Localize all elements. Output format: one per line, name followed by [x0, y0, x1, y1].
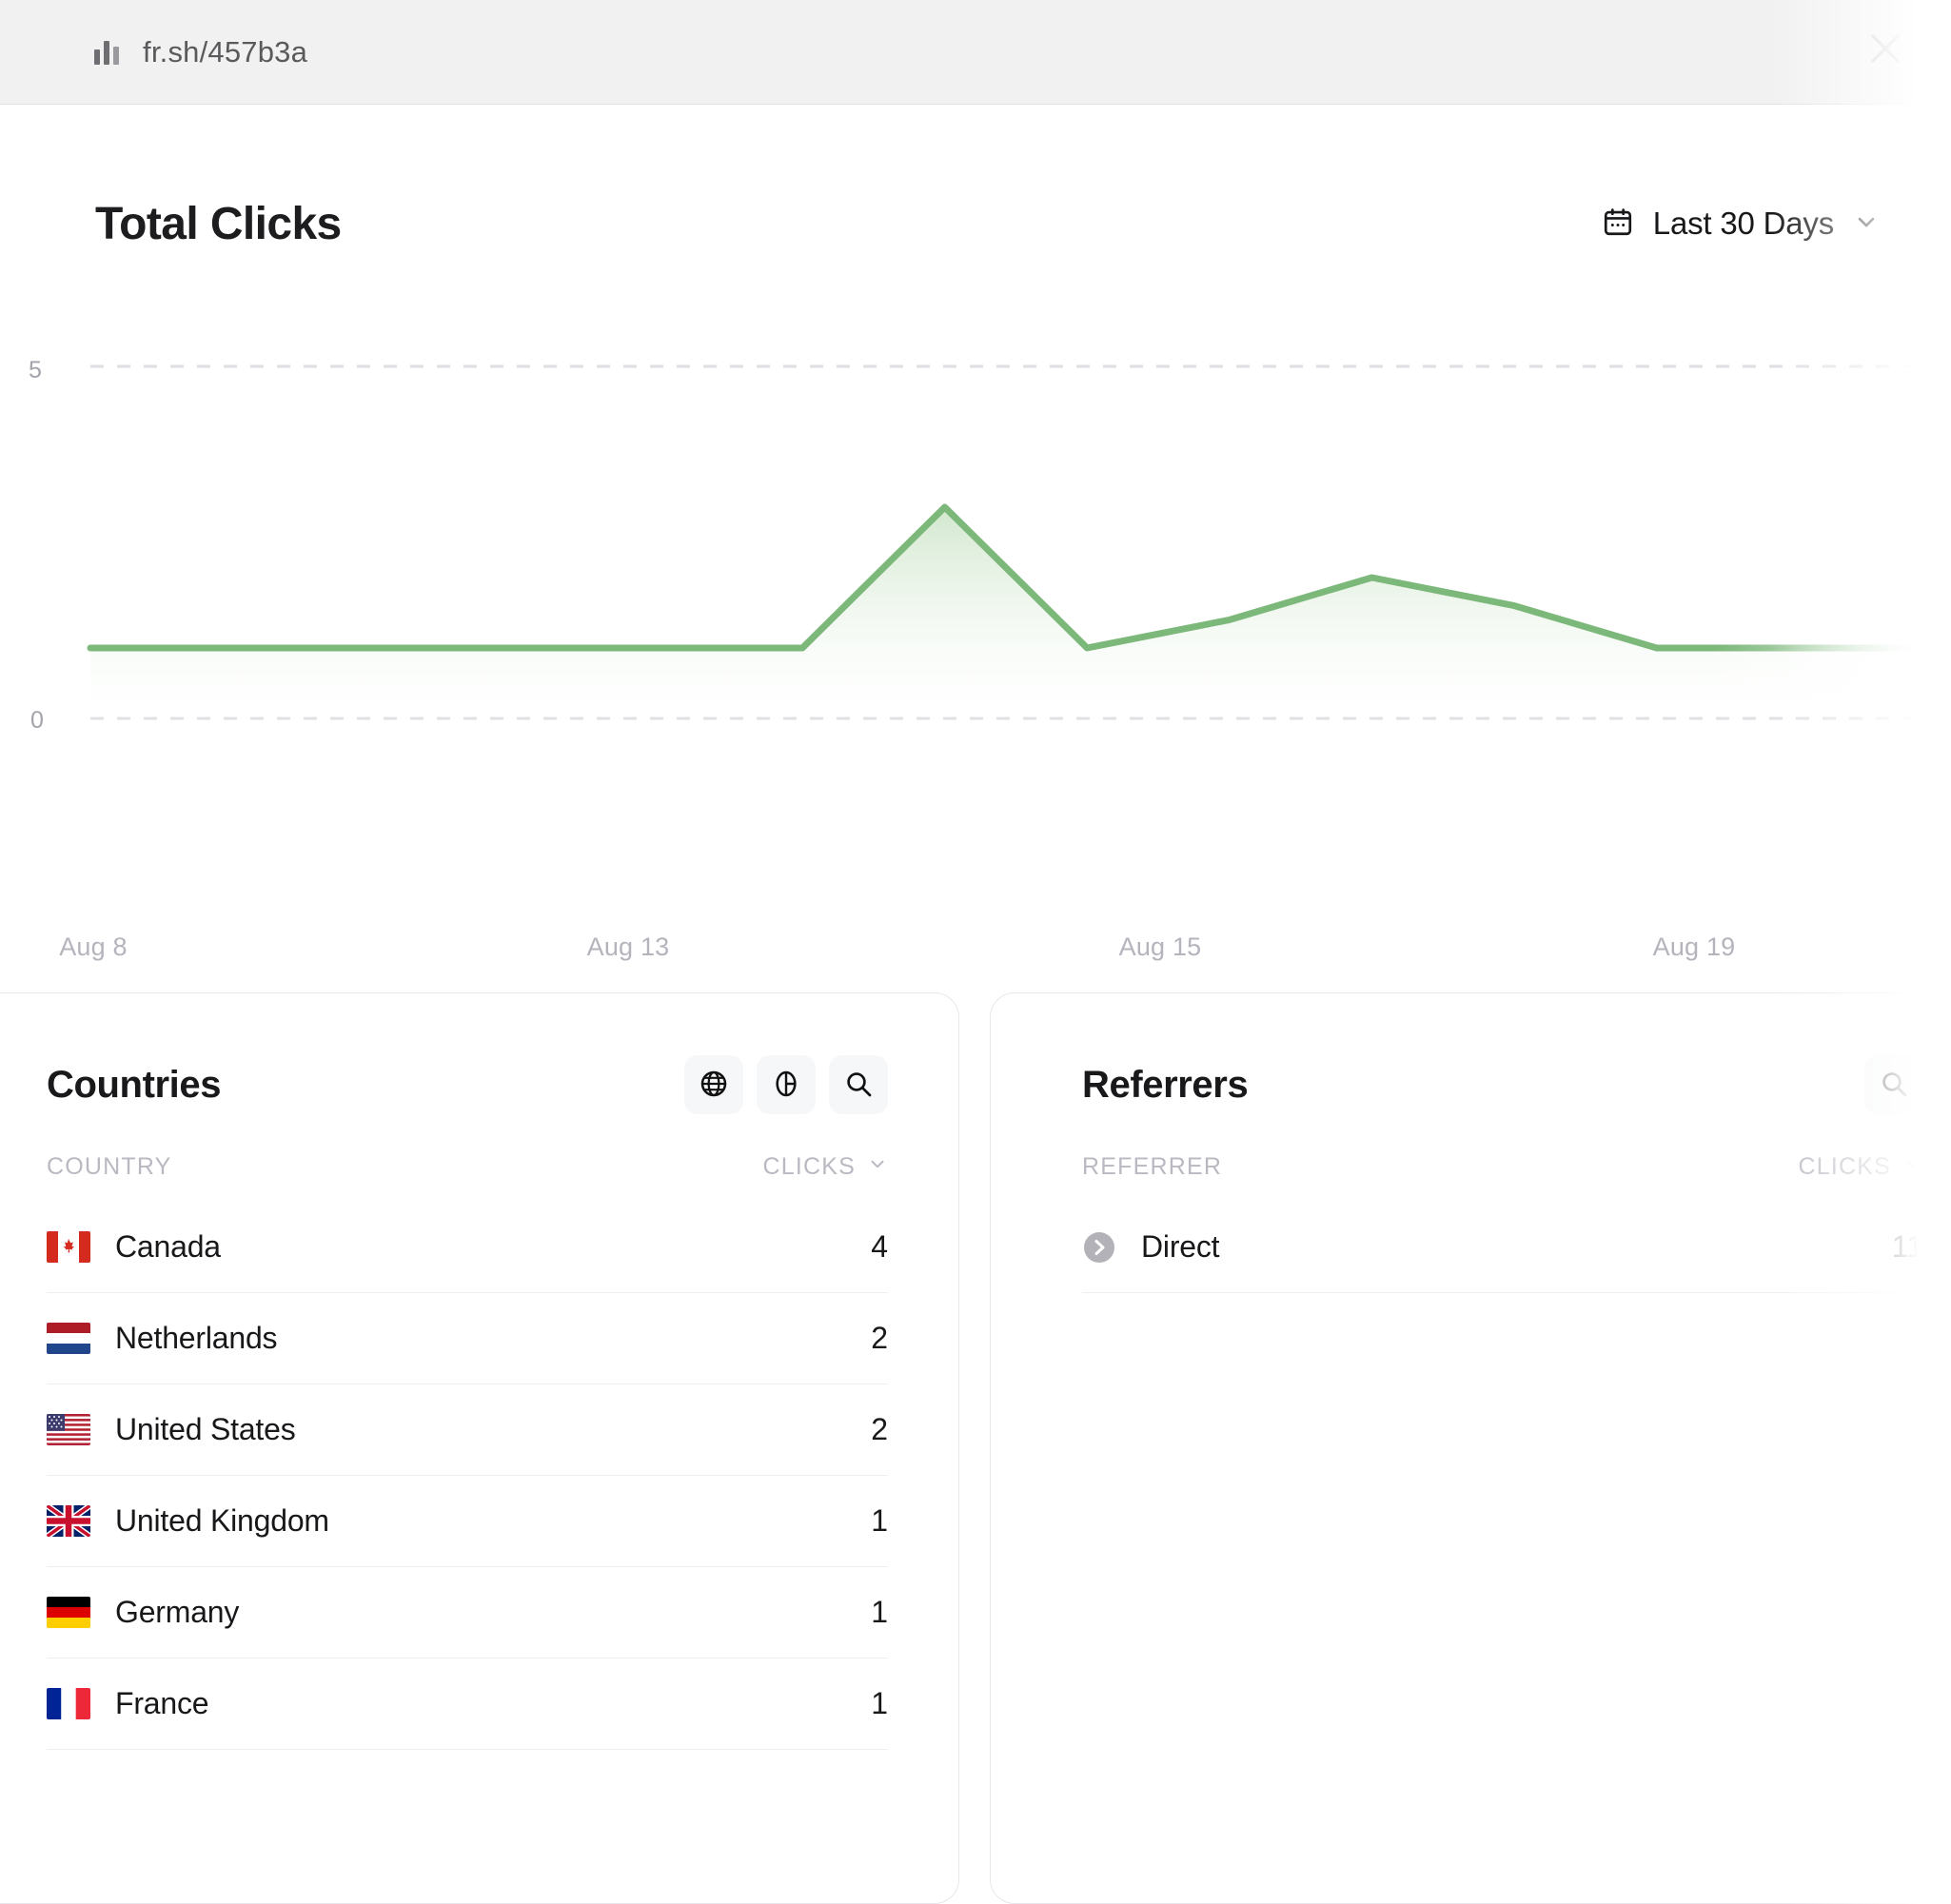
- bar-chart-icon: [93, 38, 122, 67]
- chevron-down-icon: [1853, 208, 1880, 240]
- table-row[interactable]: United Kingdom 1: [47, 1476, 888, 1567]
- chart-canvas: [87, 364, 1945, 720]
- y-axis-tick-max: 5: [29, 357, 42, 383]
- country-name: United States: [115, 1412, 296, 1446]
- search-icon: [1879, 1069, 1909, 1102]
- pie-chart-icon: [771, 1069, 801, 1102]
- referrers-title: Referrers: [1082, 1063, 1249, 1106]
- flag-nl-icon: [47, 1323, 90, 1354]
- x-axis-tick-0: Aug 8: [59, 932, 128, 961]
- country-column-label: COUNTRY: [47, 1153, 172, 1180]
- country-cell: United Kingdom: [47, 1503, 329, 1539]
- chevron-down-icon: [867, 1153, 888, 1181]
- countries-panel: Countries COUNTRY CLICKS Canada 4 Nether…: [0, 992, 959, 1904]
- globe-view-button[interactable]: [684, 1055, 743, 1114]
- country-name: Germany: [115, 1595, 240, 1629]
- flag-us-icon: [47, 1414, 90, 1445]
- referrers-actions: [1864, 1055, 1923, 1114]
- country-clicks: 1: [871, 1686, 888, 1720]
- table-row[interactable]: United States 2: [47, 1384, 888, 1476]
- chart-header: Total Clicks Last 30 Days: [0, 181, 1951, 266]
- analytics-modal: fr.sh/457b3a Total Clicks Last 30 Days 5…: [0, 0, 1951, 1904]
- referrers-column-headers: REFERRER CLICKS: [991, 1117, 1951, 1181]
- country-clicks: 2: [871, 1412, 888, 1446]
- link-identity: fr.sh/457b3a: [0, 35, 307, 69]
- chevron-down-icon: [1902, 1153, 1923, 1181]
- pie-chart-view-button[interactable]: [757, 1055, 816, 1114]
- referrers-list: Direct 11: [991, 1202, 1951, 1293]
- countries-title: Countries: [47, 1063, 222, 1106]
- country-cell: United States: [47, 1412, 296, 1447]
- clicks-column-label: CLICKS: [1798, 1153, 1891, 1180]
- flag-fr-icon: [47, 1688, 90, 1719]
- table-row[interactable]: Canada 4: [47, 1202, 888, 1293]
- countries-clicks-sort[interactable]: CLICKS: [762, 1153, 888, 1181]
- country-name: Canada: [115, 1229, 221, 1264]
- country-clicks: 2: [871, 1321, 888, 1355]
- countries-panel-header: Countries: [0, 993, 958, 1117]
- x-axis: Aug 8 Aug 13 Aug 15 Aug 19: [0, 932, 1951, 980]
- globe-icon: [699, 1069, 729, 1102]
- referrers-panel: Referrers REFERRER CLICKS Direct 11: [990, 992, 1951, 1904]
- referrers-clicks-sort[interactable]: CLICKS: [1798, 1153, 1923, 1181]
- referrers-panel-header: Referrers: [991, 993, 1951, 1117]
- country-cell: Netherlands: [47, 1321, 278, 1356]
- x-axis-tick-1: Aug 13: [586, 932, 670, 961]
- table-row[interactable]: Direct 11: [1082, 1202, 1923, 1293]
- flag-gb-icon: [47, 1505, 90, 1537]
- table-row[interactable]: Germany 1: [47, 1567, 888, 1659]
- date-range-label: Last 30 Days: [1652, 206, 1834, 241]
- country-clicks: 1: [871, 1503, 888, 1538]
- date-range-picker[interactable]: Last 30 Days: [1602, 206, 1880, 243]
- countries-list: Canada 4 Netherlands 2 United States 2 U…: [0, 1202, 958, 1750]
- search-countries-button[interactable]: [829, 1055, 888, 1114]
- referrer-name: Direct: [1141, 1229, 1220, 1264]
- country-name: United Kingdom: [115, 1503, 329, 1538]
- calendar-icon: [1602, 206, 1634, 243]
- x-axis-tick-2: Aug 15: [1118, 932, 1202, 961]
- table-row[interactable]: France 1: [47, 1659, 888, 1750]
- y-axis-tick-min: 0: [30, 707, 44, 734]
- short-link-url[interactable]: fr.sh/457b3a: [143, 35, 307, 69]
- clicks-area-chart: 5 0: [0, 347, 1951, 880]
- modal-header: fr.sh/457b3a: [0, 0, 1951, 105]
- page-title: Total Clicks: [95, 198, 342, 249]
- clicks-column-label: CLICKS: [762, 1153, 856, 1180]
- search-icon: [843, 1069, 874, 1102]
- flag-ca-icon: [47, 1231, 90, 1263]
- country-cell: France: [47, 1686, 209, 1721]
- close-icon[interactable]: [1865, 29, 1905, 69]
- breakdown-panels: Countries COUNTRY CLICKS Canada 4 Nether…: [0, 992, 1951, 1904]
- chevron-right-circle-icon: [1082, 1230, 1116, 1265]
- referrer-clicks: 11: [1891, 1229, 1923, 1264]
- countries-column-headers: COUNTRY CLICKS: [0, 1117, 958, 1181]
- country-name: France: [115, 1686, 209, 1720]
- table-row[interactable]: Netherlands 2: [47, 1293, 888, 1384]
- chart-area-fill: [90, 507, 1941, 718]
- country-clicks: 1: [871, 1595, 888, 1629]
- country-cell: Germany: [47, 1595, 239, 1630]
- country-clicks: 4: [871, 1229, 888, 1264]
- total-clicks-section: Total Clicks Last 30 Days 5 0 Aug 8 Aug …: [0, 105, 1951, 994]
- referrer-column-label: REFERRER: [1082, 1153, 1223, 1180]
- referrer-cell: Direct: [1082, 1229, 1220, 1265]
- country-name: Netherlands: [115, 1321, 278, 1355]
- countries-actions: [684, 1055, 888, 1114]
- x-axis-tick-3: Aug 19: [1652, 932, 1736, 961]
- flag-de-icon: [47, 1597, 90, 1628]
- country-cell: Canada: [47, 1229, 221, 1265]
- search-referrers-button[interactable]: [1864, 1055, 1923, 1114]
